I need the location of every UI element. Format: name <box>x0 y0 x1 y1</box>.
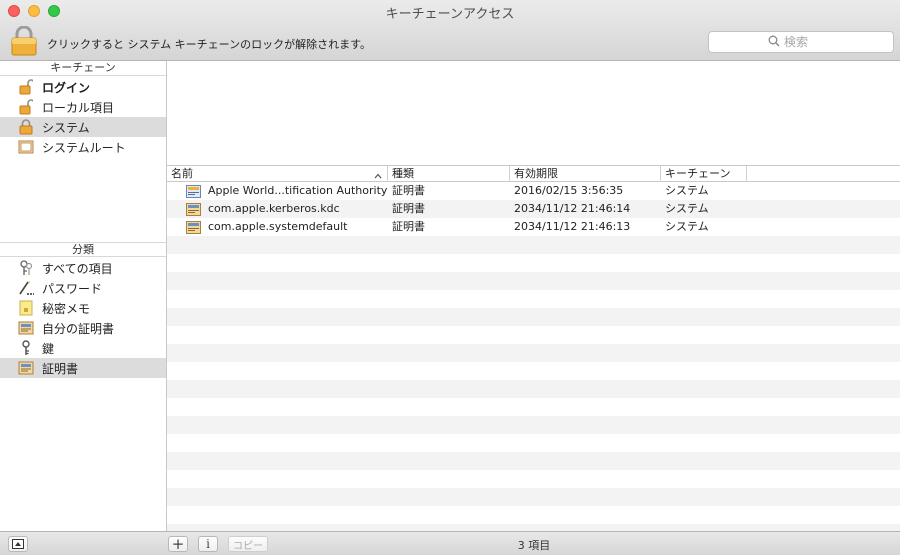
open-lock-icon <box>17 99 35 115</box>
lock-icon[interactable] <box>10 25 38 56</box>
certificate-icon <box>186 202 201 216</box>
keychains-header: キーチェーン <box>0 61 166 76</box>
window-title: キーチェーンアクセス <box>385 7 515 22</box>
bottom-bar: + i コピー 3 項目 <box>0 531 900 555</box>
search-icon <box>768 35 780 50</box>
row-name: Apple World...tification Authority <box>208 184 388 197</box>
sidebar-item-keys[interactable]: 鍵 <box>0 338 166 358</box>
row-expires: 2034/11/12 21:46:14 <box>514 202 631 215</box>
sidebar-item-passwords[interactable]: パスワード <box>0 278 166 298</box>
table-header: 名前 種類 有効期限 キーチェーン <box>167 166 900 182</box>
my-certificate-icon <box>17 320 35 336</box>
table-row[interactable]: com.apple.kerberos.kdc 証明書 2034/11/12 21… <box>167 200 900 218</box>
all-items-icon <box>17 260 35 276</box>
sidebar-item-secure-notes[interactable]: 秘密メモ <box>0 298 166 318</box>
certificate-icon <box>186 220 201 234</box>
column-header-keychain[interactable]: キーチェーン <box>661 166 747 182</box>
key-icon <box>17 340 35 356</box>
item-detail-pane <box>167 61 900 166</box>
row-name: com.apple.systemdefault <box>208 220 348 233</box>
sidebar-item-system-roots[interactable]: システムルート <box>0 137 166 157</box>
table-row[interactable]: Apple World...tification Authority 証明書 2… <box>167 182 900 200</box>
sidebar-item-label: システムルート <box>42 140 126 155</box>
row-expires: 2016/02/15 3:56:35 <box>514 184 624 197</box>
certificate-icon <box>17 360 35 376</box>
row-expires: 2034/11/12 21:46:13 <box>514 220 631 233</box>
row-keychain: システム <box>665 202 709 215</box>
title-bar: キーチェーンアクセス クリックすると システム キーチェーンのロックが解除されま… <box>0 0 900 61</box>
row-name: com.apple.kerberos.kdc <box>208 202 340 215</box>
column-header-expires[interactable]: 有効期限 <box>510 166 661 182</box>
search-input[interactable] <box>784 35 834 49</box>
category-list: すべての項目 パスワード 秘密メモ 自分の証明書 鍵 証明書 <box>0 257 166 378</box>
sidebar-item-my-certificates[interactable]: 自分の証明書 <box>0 318 166 338</box>
sidebar-item-login[interactable]: ログイン <box>0 77 166 97</box>
sidebar-item-label: すべての項目 <box>42 261 113 276</box>
item-count: 3 項目 <box>517 539 551 552</box>
sidebar-item-label: パスワード <box>42 281 103 296</box>
table-body: Apple World...tification Authority 証明書 2… <box>167 182 900 531</box>
cabinet-icon <box>17 139 35 155</box>
password-icon <box>17 280 35 296</box>
sidebar-item-certificates[interactable]: 証明書 <box>0 358 166 378</box>
sidebar-item-label: 鍵 <box>42 341 55 356</box>
closed-lock-icon <box>17 119 35 135</box>
open-lock-icon <box>17 79 35 95</box>
secure-note-icon <box>17 300 35 316</box>
sidebar-item-local-items[interactable]: ローカル項目 <box>0 97 166 117</box>
keychain-list: ログイン ローカル項目 システム システムルート <box>0 76 166 242</box>
sidebar-item-all-items[interactable]: すべての項目 <box>0 258 166 278</box>
sidebar-item-label: 秘密メモ <box>42 301 91 316</box>
row-kind: 証明書 <box>392 220 425 233</box>
sidebar-item-label: システム <box>42 120 90 135</box>
sidebar-item-system[interactable]: システム <box>0 117 166 137</box>
row-keychain: システム <box>665 220 709 233</box>
column-header-name[interactable]: 名前 <box>167 166 388 182</box>
sidebar-item-label: 証明書 <box>42 361 79 376</box>
column-header-kind[interactable]: 種類 <box>388 166 510 182</box>
row-kind: 証明書 <box>392 202 425 215</box>
search-field[interactable] <box>708 31 894 53</box>
items-table: 名前 種類 有効期限 キーチェーン Apple World...tificati… <box>167 166 900 531</box>
lock-message: クリックすると システム キーチェーンのロックが解除されます。 <box>47 38 372 51</box>
sidebar-item-label: ログイン <box>42 80 91 95</box>
row-kind: 証明書 <box>392 184 425 197</box>
sort-ascending-icon <box>374 169 382 184</box>
sidebar: キーチェーン ログイン ローカル項目 システム システムルート 分類 すべての項… <box>0 61 167 531</box>
sidebar-item-label: ローカル項目 <box>42 100 115 115</box>
certificate-blue-icon <box>186 184 201 198</box>
sidebar-item-label: 自分の証明書 <box>42 321 115 336</box>
row-keychain: システム <box>665 184 709 197</box>
keychain-access-window: キーチェーンアクセス クリックすると システム キーチェーンのロックが解除されま… <box>0 0 900 555</box>
table-row[interactable]: com.apple.systemdefault 証明書 2034/11/12 2… <box>167 218 900 236</box>
category-header: 分類 <box>0 242 166 257</box>
